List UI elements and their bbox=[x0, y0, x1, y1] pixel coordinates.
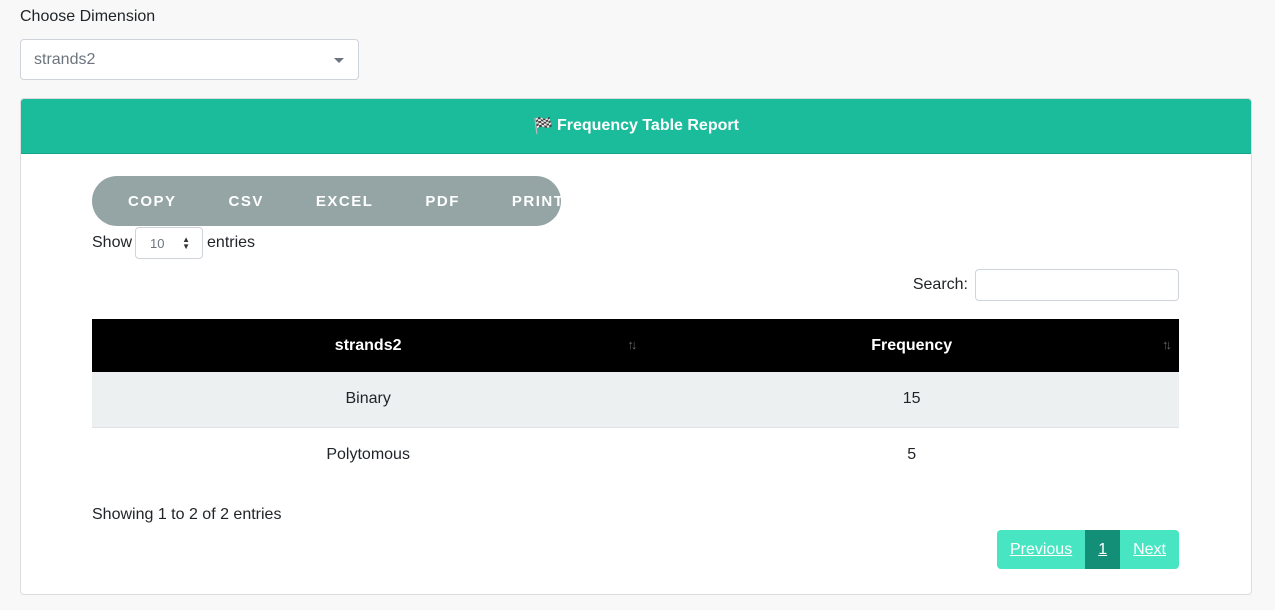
length-prefix: Show bbox=[92, 234, 133, 251]
previous-page-button[interactable]: Previous bbox=[996, 530, 1086, 569]
print-button[interactable]: PRINT bbox=[486, 193, 591, 210]
card-title: Frequency Table Report bbox=[556, 117, 739, 134]
table-info: Showing 1 to 2 of 2 entries bbox=[92, 506, 282, 523]
table-row: Polytomous 5 bbox=[92, 427, 1179, 482]
table-cell: Binary bbox=[345, 390, 391, 408]
pdf-button[interactable]: PDF bbox=[399, 193, 486, 210]
page-length-select[interactable]: 10 ▲ ▼ bbox=[135, 227, 204, 259]
copy-button[interactable]: COPY bbox=[102, 193, 203, 210]
column-header-frequency[interactable]: Frequency ↑↓ bbox=[644, 319, 1179, 372]
table-header-row: strands2 ↑↓ Frequency ↑↓ bbox=[92, 319, 1179, 372]
pagination: Previous 1 Next bbox=[996, 530, 1179, 569]
export-button-group: COPY CSV EXCEL PDF PRINT bbox=[92, 176, 563, 226]
next-page-button[interactable]: Next bbox=[1120, 530, 1179, 569]
csv-button[interactable]: CSV bbox=[203, 193, 290, 210]
report-card: 🏁 Frequency Table Report COPY CSV EXCEL … bbox=[20, 98, 1252, 595]
length-suffix: entries bbox=[207, 234, 256, 251]
dimension-label: Choose Dimension bbox=[20, 8, 156, 25]
search-control: Search: bbox=[913, 269, 1179, 301]
dimension-select-value: strands2 bbox=[34, 50, 96, 68]
table-cell: 5 bbox=[907, 445, 917, 463]
card-header: 🏁 Frequency Table Report bbox=[21, 99, 1251, 154]
checkered-flag-icon: 🏁 bbox=[533, 118, 553, 135]
sort-icon: ↑↓ bbox=[627, 337, 637, 352]
page-1-button[interactable]: 1 bbox=[1085, 530, 1121, 569]
column-header-label: strands2 bbox=[334, 336, 402, 354]
page-length-control: Show 10 ▲ ▼ entries bbox=[92, 227, 255, 259]
column-header-strands2[interactable]: strands2 ↑↓ bbox=[92, 319, 644, 372]
page-length-value: 10 bbox=[150, 235, 165, 251]
table-cell: 15 bbox=[902, 390, 921, 408]
excel-button[interactable]: EXCEL bbox=[290, 193, 400, 210]
frequency-table: strands2 ↑↓ Frequency ↑↓ Binary 15 Polyt… bbox=[92, 319, 1179, 482]
chevron-down-icon bbox=[334, 58, 344, 63]
search-label: Search: bbox=[912, 276, 968, 293]
column-header-label: Frequency bbox=[871, 336, 953, 354]
updown-icon: ▲ ▼ bbox=[182, 235, 191, 251]
table-row: Binary 15 bbox=[92, 372, 1179, 427]
table-cell: Polytomous bbox=[326, 445, 410, 463]
dimension-select[interactable]: strands2 bbox=[20, 39, 359, 80]
search-input[interactable] bbox=[975, 269, 1179, 301]
sort-icon: ↑↓ bbox=[1162, 337, 1172, 352]
